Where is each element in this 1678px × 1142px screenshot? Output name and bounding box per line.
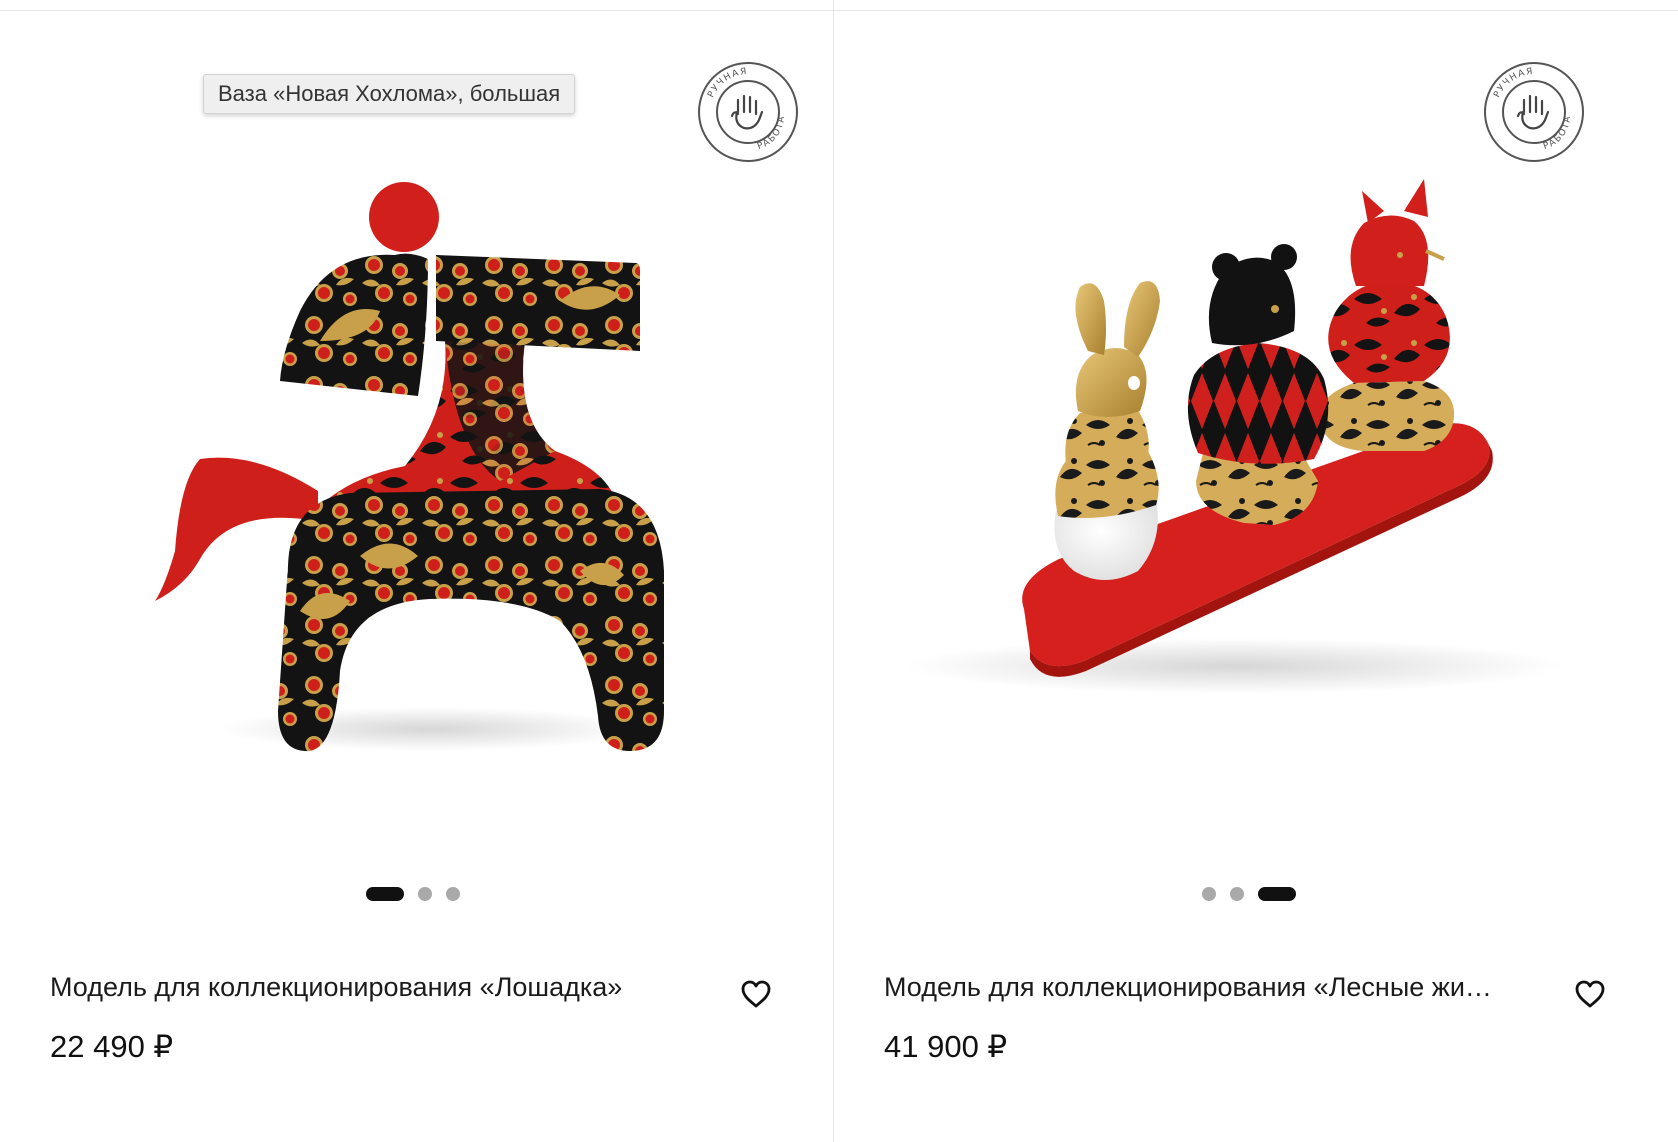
product-title[interactable]: Модель для коллекционирования «Лошадка»	[50, 969, 690, 1005]
badge-text-top: РУЧНАЯ	[1492, 67, 1533, 99]
carousel-dot-active[interactable]	[366, 887, 404, 901]
product-image-area[interactable]: РУЧНАЯ РАБОТА Ваза «Новая Хохлома», боль…	[0, 11, 833, 901]
bunny-figure	[1054, 281, 1160, 580]
handmade-badge: РУЧНАЯ РАБОТА	[1484, 62, 1584, 162]
carousel-dot-active[interactable]	[1258, 887, 1296, 901]
handmade-badge: РУЧНАЯ РАБОТА	[698, 62, 798, 162]
product-price: 41 900 ₽	[884, 1029, 1008, 1064]
carousel-dots	[1202, 887, 1296, 901]
fox-figure	[1319, 179, 1455, 451]
carousel-dot[interactable]	[418, 887, 432, 901]
product-price: 22 490 ₽	[50, 1029, 174, 1064]
badge-text-top: РУЧНАЯ	[706, 67, 747, 99]
product-card-horse[interactable]: РУЧНАЯ РАБОТА Ваза «Новая Хохлома», боль…	[0, 11, 833, 1142]
product-image-area[interactable]: РУЧНАЯ РАБОТА	[834, 11, 1667, 901]
product-title[interactable]: Модель для коллекционирования «Лесные жи…	[884, 969, 1524, 1005]
bear-figure	[1187, 244, 1329, 525]
carousel-dot[interactable]	[446, 887, 460, 901]
carousel-dot[interactable]	[1230, 887, 1244, 901]
carousel-dot[interactable]	[1202, 887, 1216, 901]
heart-outline-icon[interactable]	[740, 979, 772, 1009]
heart-outline-icon[interactable]	[1574, 979, 1606, 1009]
product-card-forest-animals[interactable]: РУЧНАЯ РАБОТА Модель для коллекционирова…	[834, 11, 1667, 1142]
hand-icon	[730, 94, 764, 130]
svg-text:РУЧНАЯ: РУЧНАЯ	[1492, 67, 1534, 99]
hand-icon	[1516, 94, 1550, 130]
svg-text:РУЧНАЯ: РУЧНАЯ	[706, 67, 748, 99]
carousel-dots	[366, 887, 460, 901]
hover-tooltip: Ваза «Новая Хохлома», большая	[203, 74, 576, 114]
